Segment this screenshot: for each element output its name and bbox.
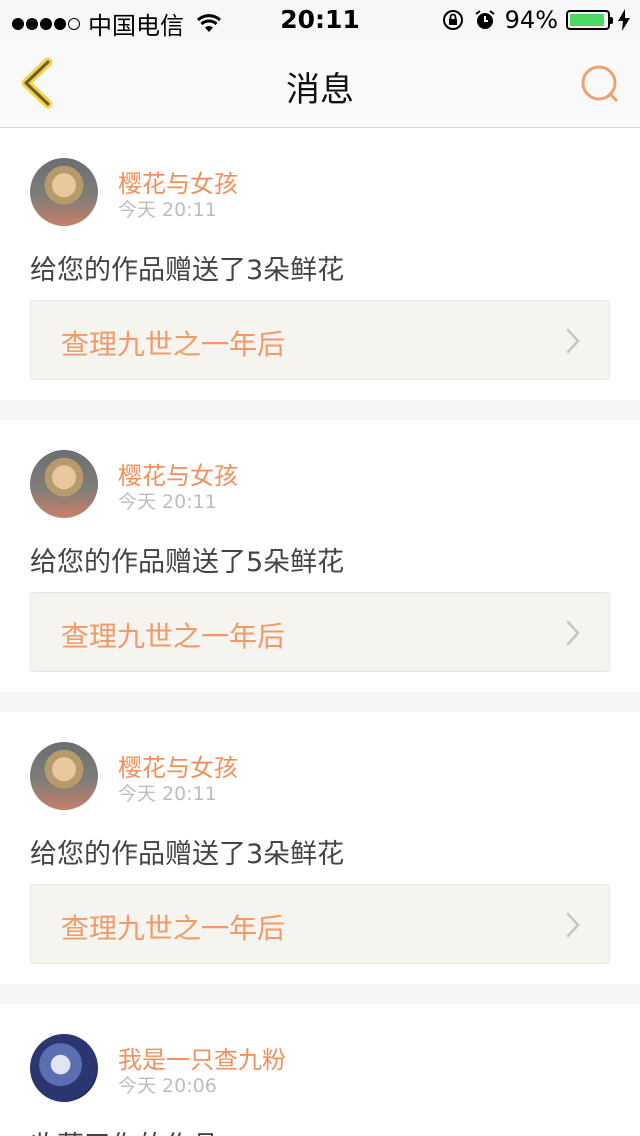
chevron-right-icon <box>566 620 580 646</box>
user-name[interactable]: 樱花与女孩 <box>118 456 238 491</box>
message-text: 给您的作品赠送了3朵鲜花 <box>30 255 345 286</box>
work-link[interactable]: 查理九世之一年后 <box>30 592 610 672</box>
avatar[interactable] <box>30 158 98 226</box>
status-bar: 中国电信 20:11 94% <box>0 0 640 40</box>
message-feed: 樱花与女孩 今天 20:11 给您的作品赠送了3朵鲜花 查理九世之一年后 樱花与… <box>0 128 640 1136</box>
battery-icon <box>566 10 613 30</box>
avatar[interactable] <box>30 742 98 810</box>
work-title: 查理九世之一年后 <box>61 328 286 361</box>
message-card: 我是一只查九粉 今天 20:06 收藏了你的作品 <box>0 1004 640 1136</box>
navigation-bar: 消息 <box>0 40 640 128</box>
user-name[interactable]: 樱花与女孩 <box>118 748 238 783</box>
avatar[interactable] <box>30 1034 98 1102</box>
work-title: 查理九世之一年后 <box>61 620 286 653</box>
alarm-icon <box>475 10 495 29</box>
page-title: 消息 <box>286 70 354 110</box>
message-time: 今天 20:11 <box>118 199 217 221</box>
work-title: 查理九世之一年后 <box>61 912 286 945</box>
screen: 中国电信 20:11 94% 消息 樱花与女孩 今天 20:11 给您的作品赠送… <box>0 0 640 1136</box>
user-name[interactable]: 樱花与女孩 <box>118 164 238 199</box>
rotation-lock-icon <box>442 10 463 30</box>
chevron-right-icon <box>566 912 580 938</box>
message-text: 给您的作品赠送了5朵鲜花 <box>30 547 345 578</box>
message-card: 樱花与女孩 今天 20:11 给您的作品赠送了5朵鲜花 查理九世之一年后 <box>0 420 640 692</box>
message-time: 今天 20:06 <box>118 1075 217 1097</box>
message-text: 收藏了你的作品 <box>30 1124 219 1136</box>
work-link[interactable]: 查理九世之一年后 <box>30 884 610 964</box>
user-name[interactable]: 我是一只查九粉 <box>118 1040 286 1075</box>
message-text: 给您的作品赠送了3朵鲜花 <box>30 839 345 870</box>
message-card: 樱花与女孩 今天 20:11 给您的作品赠送了3朵鲜花 查理九世之一年后 <box>0 712 640 984</box>
avatar[interactable] <box>30 450 98 518</box>
chevron-right-icon <box>566 328 580 354</box>
battery-level <box>570 14 604 26</box>
message-time: 今天 20:11 <box>118 783 217 805</box>
message-time: 今天 20:11 <box>118 491 217 513</box>
status-right: 94% <box>441 6 630 34</box>
charging-bolt-icon <box>618 9 630 31</box>
battery-percent: 94% <box>504 6 558 34</box>
search-icon[interactable] <box>578 62 622 106</box>
message-card: 樱花与女孩 今天 20:11 给您的作品赠送了3朵鲜花 查理九世之一年后 <box>0 128 640 400</box>
work-link[interactable]: 查理九世之一年后 <box>30 300 610 380</box>
